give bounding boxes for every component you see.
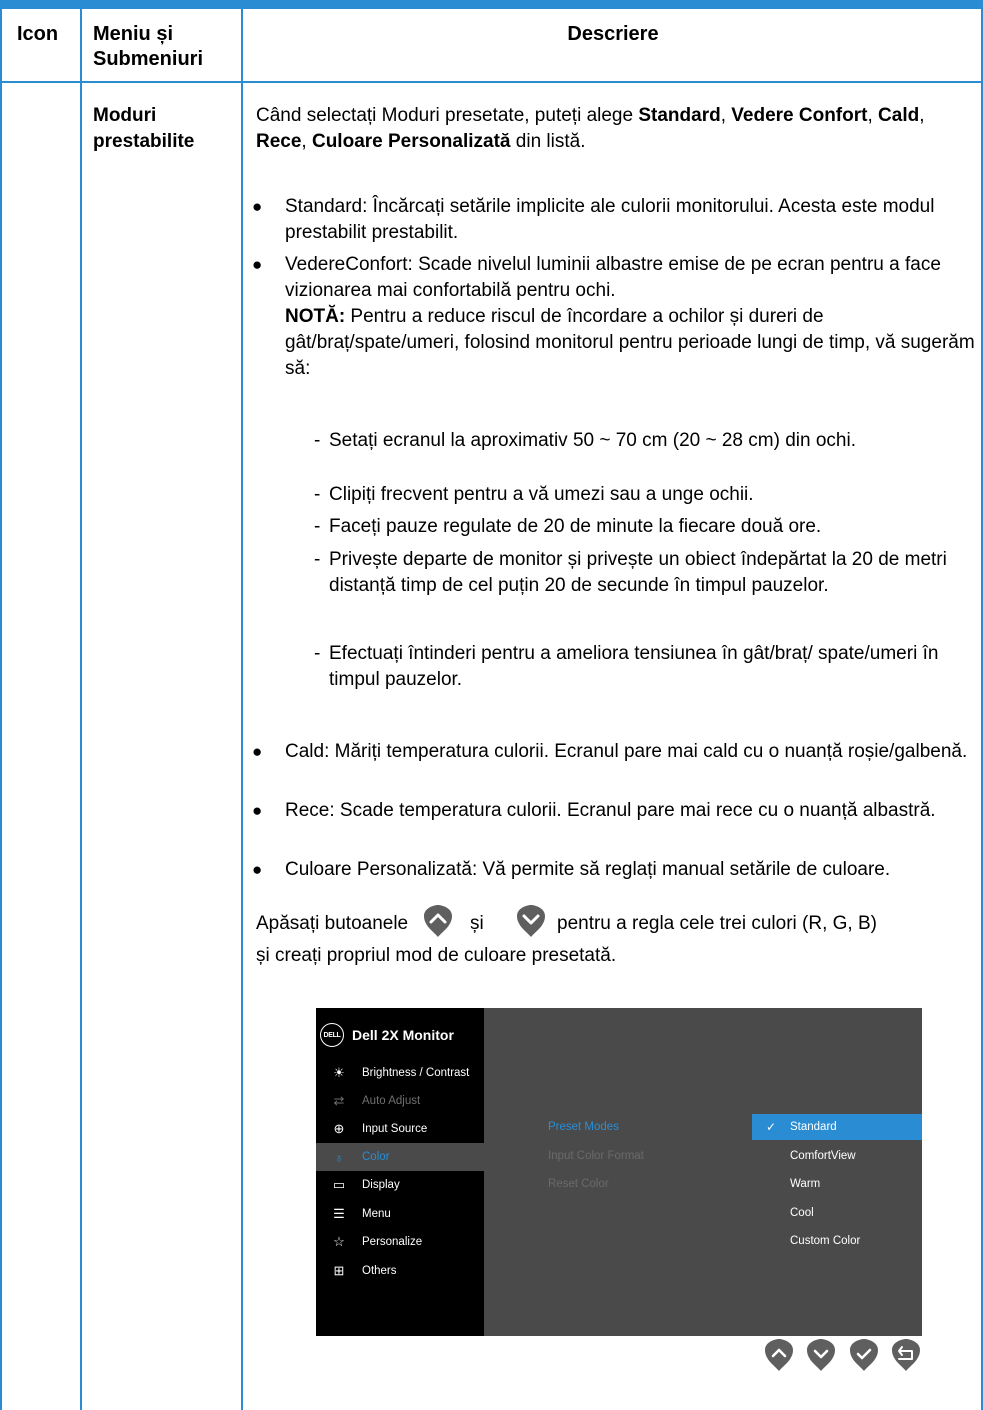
osd-item-menu: ☰ Menu	[316, 1200, 484, 1228]
press-text-a: Apăsați butoanele	[256, 913, 409, 934]
tip-item: Faceți pauze regulate de 20 de minute la…	[329, 516, 822, 537]
osd-item-input-source: ⊕ Input Source	[316, 1115, 484, 1143]
tip-dash: -	[314, 549, 321, 570]
osd-item-others: ⊞ Others	[316, 1257, 484, 1285]
auto-adjust-icon: ⇄	[333, 1093, 345, 1108]
osd-screenshot: DELL Dell 2X Monitor ☀ Brightness / Contr…	[316, 1008, 922, 1336]
bullet-dot: ●	[252, 860, 263, 879]
bullet-comfortview: VedereConfort: Scade nivelul luminii alb…	[285, 254, 975, 379]
tip-item: Clipiți frecvent pentru a vă umezi sau a…	[329, 484, 754, 505]
osd-item-display: ▭ Display	[316, 1171, 484, 1199]
table-border-icon-col	[80, 0, 82, 1410]
osd-confirm-button-icon	[850, 1339, 878, 1371]
up-button-icon	[424, 905, 452, 937]
osd-option-standard: ✓ Standard	[752, 1114, 922, 1140]
display-icon: ▭	[332, 1177, 346, 1192]
press-text-c: pentru a regla cele trei culori (R, G, B…	[557, 913, 877, 934]
bullet-dot: ●	[252, 801, 263, 820]
input-source-icon: ⊕	[333, 1121, 345, 1136]
bullet-standard: Standard: Încărcați setările implicite a…	[285, 196, 935, 243]
down-button-icon	[517, 905, 545, 937]
star-icon: ☆	[333, 1234, 345, 1249]
osd-up-button-icon	[765, 1339, 793, 1371]
tip-item: Privește departe de monitor și privește …	[329, 549, 947, 596]
brightness-icon: ☀	[333, 1065, 345, 1080]
bullet-dot: ●	[252, 255, 263, 274]
bullet-dot: ●	[252, 742, 263, 761]
osd-sub-input-color-format: Input Color Format	[548, 1150, 644, 1162]
osd-back-button-icon	[892, 1339, 920, 1371]
osd-main-menu: DELL Dell 2X Monitor ☀ Brightness / Contr…	[316, 1008, 484, 1336]
intro-paragraph: Când selectați Moduri presetate, puteți …	[256, 105, 925, 152]
tip-dash: -	[314, 643, 321, 664]
header-menu: Meniu și Submeniuri	[93, 23, 204, 70]
tip-item: Setați ecranul la aproximativ 50 ~ 70 cm…	[329, 430, 856, 451]
tip-dash: -	[314, 516, 321, 537]
osd-item-personalize: ☆ Personalize	[316, 1228, 484, 1256]
table-border-menu-col	[241, 0, 243, 1410]
osd-title: Dell 2X Monitor	[352, 1027, 454, 1043]
color-icon: ♁	[334, 1149, 344, 1165]
bullet-custom-color: Culoare Personalizată: Vă permite să reg…	[285, 859, 891, 880]
osd-option-custom-color: Custom Color	[790, 1235, 861, 1247]
osd-item-auto-adjust: ⇄ Auto Adjust	[316, 1087, 484, 1115]
bullet-rece: Rece: Scade temperatura culorii. Ecranul…	[285, 800, 936, 821]
table-border-left	[0, 0, 2, 1410]
osd-sub-preset-modes: Preset Modes	[548, 1121, 619, 1133]
tip-dash: -	[314, 484, 321, 505]
osd-down-button-icon	[807, 1339, 835, 1371]
dell-logo: DELL	[320, 1023, 344, 1047]
osd-item-color: ♁ Color	[316, 1143, 484, 1171]
menu-icon: ☰	[333, 1206, 345, 1221]
bullet-cald: Cald: Măriți temperatura culorii. Ecranu…	[285, 741, 968, 762]
table-header-divider	[0, 81, 983, 83]
tip-dash: -	[314, 430, 321, 451]
osd-option-comfortview: ComfortView	[790, 1150, 856, 1162]
header-description: Descriere	[567, 23, 659, 45]
osd-sub-reset-color: Reset Color	[548, 1178, 609, 1190]
table-top-border	[0, 0, 983, 9]
osd-item-brightness-contrast: ☀ Brightness / Contrast	[316, 1059, 484, 1087]
tip-item: Efectuați întinderi pentru a ameliora te…	[329, 643, 939, 690]
press-text-d: și creați propriul mod de culoare preset…	[256, 945, 617, 966]
osd-option-cool: Cool	[790, 1207, 814, 1219]
osd-option-warm: Warm	[790, 1178, 821, 1190]
others-icon: ⊞	[333, 1263, 345, 1278]
check-icon: ✓	[765, 1120, 777, 1134]
menu-name: Moduri prestabilite	[93, 105, 195, 152]
osd-brand: DELL Dell 2X Monitor	[320, 1020, 454, 1050]
header-icon: Icon	[17, 23, 59, 45]
press-text-b: și	[470, 913, 484, 934]
bullet-dot: ●	[252, 197, 263, 216]
